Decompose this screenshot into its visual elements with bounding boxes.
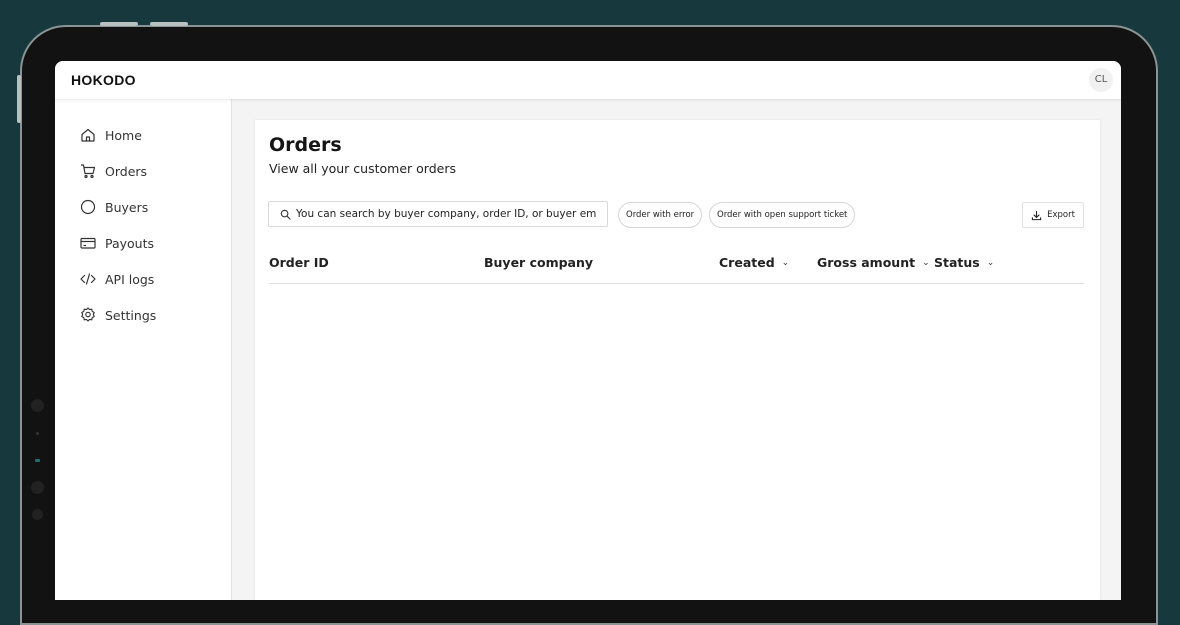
sidebar-item-api-logs[interactable]: API logs bbox=[80, 267, 154, 291]
orders-panel: Orders View all your customer orders Ord… bbox=[255, 120, 1100, 600]
chevron-down-icon: ⌄ bbox=[986, 257, 995, 268]
chevron-down-icon: ⌄ bbox=[922, 257, 930, 268]
column-header-gross-amount[interactable]: Gross amount ⌄ bbox=[817, 255, 930, 270]
download-icon bbox=[1031, 210, 1042, 220]
column-header-label: Buyer company bbox=[484, 255, 594, 270]
sidebar-item-buyers[interactable]: Buyers bbox=[80, 195, 148, 219]
device-sensor-2 bbox=[36, 432, 39, 435]
cart-icon bbox=[81, 164, 96, 179]
hokodo-logo[interactable]: HOKODO bbox=[71, 72, 136, 88]
sidebar-item-label: Settings bbox=[105, 307, 157, 323]
sidebar-item-orders[interactable]: Orders bbox=[80, 159, 147, 183]
device-top-button-2 bbox=[150, 22, 188, 26]
device-sensor-4 bbox=[32, 509, 43, 520]
user-avatar[interactable]: CL bbox=[1089, 68, 1113, 92]
search-input[interactable] bbox=[296, 208, 596, 220]
sidebar-item-label: Home bbox=[105, 127, 142, 143]
sidebar-item-home[interactable]: Home bbox=[80, 123, 142, 147]
column-header-label: Created bbox=[719, 255, 775, 270]
column-header-status[interactable]: Status ⌄ bbox=[934, 255, 994, 270]
card-icon bbox=[80, 237, 96, 249]
column-header-label: Status bbox=[934, 255, 980, 270]
search-box[interactable] bbox=[268, 201, 608, 227]
column-header-label: Order ID bbox=[269, 255, 329, 270]
device-camera bbox=[31, 481, 44, 494]
circle-icon bbox=[80, 199, 96, 215]
page-subtitle: View all your customer orders bbox=[269, 161, 456, 176]
column-header-created[interactable]: Created ⌄ bbox=[719, 255, 789, 270]
export-label: Export bbox=[1047, 210, 1075, 220]
column-header-label: Gross amount bbox=[817, 255, 916, 270]
sidebar-item-label: Orders bbox=[105, 163, 148, 179]
code-icon bbox=[80, 273, 96, 285]
page-title: Orders bbox=[269, 134, 342, 156]
sidebar-item-payouts[interactable]: Payouts bbox=[80, 231, 154, 255]
column-header-buyer-company: Buyer company bbox=[484, 255, 593, 270]
search-icon bbox=[280, 209, 291, 220]
sidebar: Home Orders Buyers Payouts API logs Sett… bbox=[55, 99, 232, 600]
device-top-button-1 bbox=[100, 22, 138, 26]
column-header-order-id: Order ID bbox=[269, 255, 329, 270]
home-icon bbox=[81, 128, 95, 142]
export-button[interactable]: Export bbox=[1022, 202, 1084, 228]
device-side-button bbox=[17, 75, 21, 123]
filter-open-support-ticket[interactable]: Order with open support ticket bbox=[709, 202, 856, 228]
top-bar: HOKODO CL bbox=[55, 61, 1121, 99]
sidebar-item-label: Buyers bbox=[105, 199, 149, 215]
sidebar-item-label: Payouts bbox=[105, 235, 155, 251]
table-header-divider bbox=[269, 283, 1084, 284]
chevron-down-icon: ⌄ bbox=[781, 257, 790, 268]
device-sensor-3 bbox=[35, 459, 40, 462]
device-sensor-1 bbox=[31, 399, 44, 412]
filter-order-with-error[interactable]: Order with error bbox=[618, 202, 703, 228]
app-screen: HOKODO CL Home Orders Buyers Payouts API… bbox=[55, 61, 1121, 600]
sidebar-item-settings[interactable]: Settings bbox=[80, 303, 156, 327]
gear-icon bbox=[81, 307, 95, 322]
sidebar-item-label: API logs bbox=[105, 271, 155, 287]
